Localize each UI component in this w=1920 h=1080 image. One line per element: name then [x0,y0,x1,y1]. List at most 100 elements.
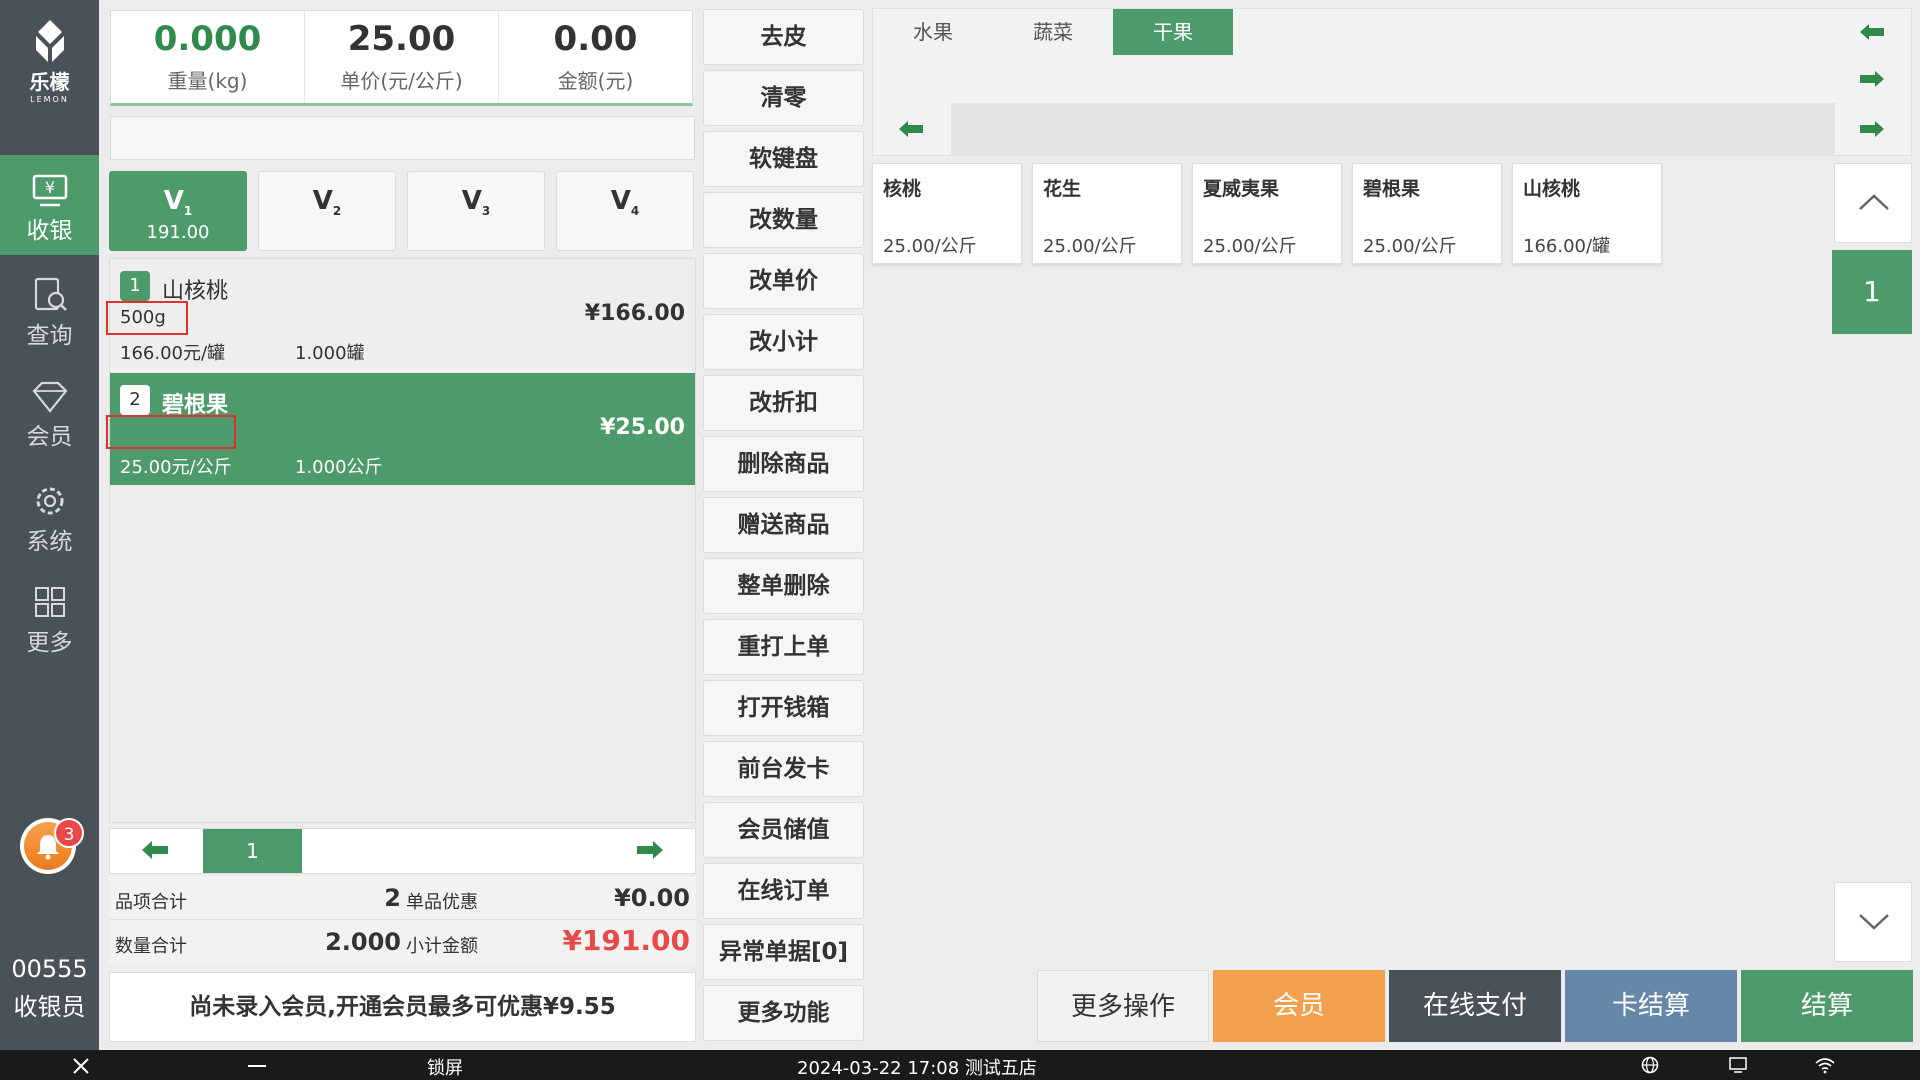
order-item[interactable]: 1 山核桃 500g 166.00元/罐 1.000罐 ¥166.00 [106,259,695,371]
product-price: 25.00/公斤 [1203,236,1297,257]
nav-label: 收银 [26,218,73,244]
product-card[interactable]: 夏威夷果 25.00/公斤 [1192,163,1342,264]
arrow-right-icon[interactable] [635,839,665,861]
product-price: 25.00/公斤 [883,236,977,257]
issue-card-button[interactable]: 前台发卡 [703,741,864,797]
notification-badge: 3 [54,818,84,848]
abnormal-orders-button[interactable]: 异常单据[0] [703,924,864,980]
nav-label: 查询 [26,323,73,349]
soft-keyboard-button[interactable]: 软键盘 [703,131,864,187]
checkout-button[interactable]: 结算 [1741,970,1913,1042]
category-tab-dried-fruit[interactable]: 干果 [1113,9,1233,55]
cash-register-icon: ¥ [32,174,67,207]
product-name: 核桃 [883,178,922,200]
gear-icon [36,487,63,515]
order-item-selected[interactable]: 2 碧根果 25.00元/公斤 1.000公斤 ¥25.00 [106,373,695,485]
product-page-number: 1 [1832,250,1912,334]
nav-query[interactable]: 查询 [0,258,99,358]
tare-button[interactable]: 去皮 [703,9,864,65]
nav-more[interactable]: 更多 [0,567,99,667]
subcategory-bar [951,103,1835,155]
nav-label: 系统 [26,529,73,555]
member-button[interactable]: 会员 [1213,970,1385,1042]
product-card[interactable]: 碧根果 25.00/公斤 [1352,163,1502,264]
lemon-logo-icon [35,20,64,62]
subcategory-prev-icon[interactable] [897,119,925,139]
weight-value: 0.000 [153,19,262,59]
unit-price-value: 25.00 [347,19,456,59]
vtab-name: V3 [461,186,491,219]
order-item-total: ¥166.00 [584,301,685,326]
vtab-3[interactable]: V3 [407,171,545,251]
gift-item-button[interactable]: 赠送商品 [703,497,864,553]
change-quantity-button[interactable]: 改数量 [703,192,864,248]
vtab-4[interactable]: V4 [556,171,694,251]
app-logo: 乐檬 LEMON [0,18,99,118]
product-name: 花生 [1043,178,1082,200]
unit-price-cell: 25.00 单价(元/公斤) [305,11,499,103]
card-settle-button[interactable]: 卡结算 [1565,970,1737,1042]
close-icon[interactable] [72,1057,90,1075]
vtab-name: V1 [163,186,193,219]
monitor-icon[interactable] [1728,1056,1748,1074]
change-discount-button[interactable]: 改折扣 [703,375,864,431]
change-subtotal-button[interactable]: 改小计 [703,314,864,370]
cashier-id: 00555 [11,955,88,983]
minimize-icon[interactable] [248,1064,266,1068]
chevron-down-icon [1859,914,1889,930]
more-actions-button[interactable]: 更多操作 [1037,970,1209,1042]
more-functions-button[interactable]: 更多功能 [703,985,864,1041]
product-price: 25.00/公斤 [1363,236,1457,257]
zero-button[interactable]: 清零 [703,70,864,126]
product-scroll-up-button[interactable] [1834,163,1912,243]
product-name: 夏威夷果 [1203,178,1280,200]
logo-text-en: LEMON [30,95,69,104]
nav-member[interactable]: 会员 [0,361,99,461]
grid-icon [34,587,65,617]
qty-total-value: 2.000 [325,928,401,956]
product-scroll-down-button[interactable] [1834,882,1912,962]
lock-screen-button[interactable]: 锁屏 [427,1054,463,1080]
member-promo-banner[interactable]: 尚未录入会员,开通会员最多可优惠¥9.55 [109,972,696,1042]
change-unit-price-button[interactable]: 改单价 [703,253,864,309]
order-pager: 1 [109,828,696,874]
category-bar: 水果 蔬菜 干果 [872,8,1912,156]
globe-icon[interactable] [1641,1056,1659,1074]
category-next-icon[interactable] [1858,69,1886,89]
member-topup-button[interactable]: 会员储值 [703,802,864,858]
order-item-total: ¥25.00 [600,415,685,440]
product-name: 山核桃 [1523,178,1581,200]
order-item-quantity: 1.000公斤 [295,457,383,478]
qty-total-label: 数量合计 [115,936,187,957]
nav-label: 会员 [26,424,73,450]
nav-system[interactable]: 系统 [0,464,99,564]
vtab-1[interactable]: V1 191.00 [109,171,247,251]
category-tab-fruit[interactable]: 水果 [873,9,993,55]
order-item-unit-price: 25.00元/公斤 [120,457,232,478]
amount-label: 金额(元) [557,69,634,93]
wifi-icon[interactable] [1814,1056,1836,1074]
online-orders-button[interactable]: 在线订单 [703,863,864,919]
reprint-button[interactable]: 重打上单 [703,619,864,675]
vtab-2[interactable]: V2 [258,171,396,251]
vtab-name: V4 [610,186,640,219]
order-item-number: 1 [120,271,150,301]
delete-order-button[interactable]: 整单删除 [703,558,864,614]
subcategory-next-icon[interactable] [1858,119,1886,139]
product-price: 25.00/公斤 [1043,236,1137,257]
arrow-left-icon[interactable] [140,839,170,861]
subtotal-label: 小计金额 [406,936,478,957]
product-card[interactable]: 核桃 25.00/公斤 [872,163,1022,264]
open-cashbox-button[interactable]: 打开钱箱 [703,680,864,736]
category-prev-icon[interactable] [1858,22,1886,42]
category-tab-vegetable[interactable]: 蔬菜 [993,9,1113,55]
sidebar: 乐檬 LEMON ¥ 收银 查询 会员 系统 更多 3 00555 收银员 [0,0,99,1050]
nav-cashier[interactable]: ¥ 收银 [0,155,99,255]
vtab-amount: 191.00 [146,222,210,244]
online-pay-button[interactable]: 在线支付 [1389,970,1561,1042]
product-card[interactable]: 花生 25.00/公斤 [1032,163,1182,264]
product-card[interactable]: 山核桃 166.00/罐 [1512,163,1662,264]
delete-item-button[interactable]: 删除商品 [703,436,864,492]
barcode-input[interactable] [110,116,695,160]
scale-display: 0.000 重量(kg) 25.00 单价(元/公斤) 0.00 金额(元) [110,10,693,106]
